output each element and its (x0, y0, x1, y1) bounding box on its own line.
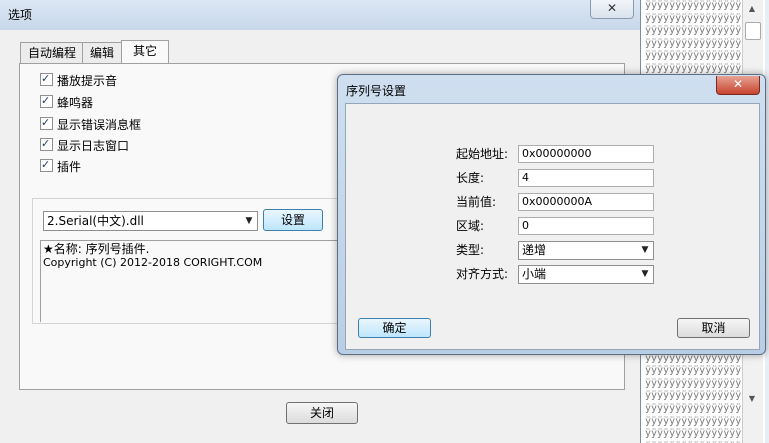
dialog-title: 序列号设置 (346, 84, 407, 98)
tab-auto-program[interactable]: 自动编程 (20, 42, 84, 63)
plugin-copyright: Copyright (C) 2012-2018 CORIGHT.COM (43, 256, 263, 269)
plugin-select[interactable]: 2.Serial(中文).dll ▼ (43, 211, 258, 231)
plugin-info-box: ★名称: 序列号插件. Copyright (C) 2012-2018 CORI… (40, 240, 337, 322)
length-label: 长度: (456, 171, 485, 185)
chevron-down-icon: ▼ (245, 216, 253, 226)
scroll-thumb[interactable] (745, 22, 761, 40)
current-value-label: 当前值: (456, 195, 497, 209)
options-close-icon[interactable]: ✕ (590, 0, 634, 19)
checkbox-show-log[interactable]: 显示日志窗口 (40, 135, 129, 155)
options-titlebar: 选项 ✕ (0, 0, 640, 30)
checkbox-play-sound[interactable]: 播放提示音 (40, 70, 117, 90)
close-button[interactable]: 关闭 (286, 402, 358, 424)
checkbox-show-error[interactable]: 显示错误消息框 (40, 114, 141, 134)
serial-settings-dialog: 序列号设置 ✕ 起始地址: 0x00000000 长度: 4 当前值: 0x00… (337, 74, 766, 355)
start-address-label: 起始地址: (456, 147, 509, 161)
tab-other[interactable]: 其它 (121, 40, 169, 63)
checkbox-icon[interactable] (40, 114, 53, 132)
scroll-up-icon[interactable]: ▲ (745, 2, 759, 16)
plugin-name: ★名称: 序列号插件. (43, 242, 150, 256)
area-input[interactable]: 0 (518, 217, 654, 235)
chevron-down-icon: ▼ (641, 269, 649, 279)
cancel-button[interactable]: 取消 (677, 318, 750, 338)
type-select[interactable]: 递增 ▼ (518, 241, 654, 260)
type-label: 类型: (456, 243, 485, 257)
align-label: 对齐方式: (456, 267, 509, 281)
chevron-down-icon: ▼ (641, 245, 649, 255)
length-input[interactable]: 4 (518, 169, 654, 187)
tab-edit[interactable]: 编辑 (82, 42, 122, 63)
checkbox-buzzer[interactable]: 蜂鸣器 (40, 92, 93, 112)
dialog-client-area: 起始地址: 0x00000000 长度: 4 当前值: 0x0000000A 区… (345, 103, 760, 350)
dialog-close-icon[interactable]: ✕ (716, 76, 760, 95)
area-label: 区域: (456, 219, 485, 233)
settings-button[interactable]: 设置 (263, 209, 323, 231)
scroll-down-icon[interactable]: ▼ (745, 392, 759, 406)
checkbox-icon[interactable] (40, 70, 53, 88)
start-address-input[interactable]: 0x00000000 (518, 145, 654, 163)
align-select[interactable]: 小端 ▼ (518, 265, 654, 284)
checkbox-icon[interactable] (40, 135, 53, 153)
checkbox-icon[interactable] (40, 156, 53, 174)
ok-button[interactable]: 确定 (358, 318, 431, 338)
checkbox-icon[interactable] (40, 92, 53, 110)
checkbox-plugin[interactable]: 插件 (40, 156, 81, 176)
current-value-input[interactable]: 0x0000000A (518, 193, 654, 211)
options-window-title: 选项 (8, 8, 33, 22)
